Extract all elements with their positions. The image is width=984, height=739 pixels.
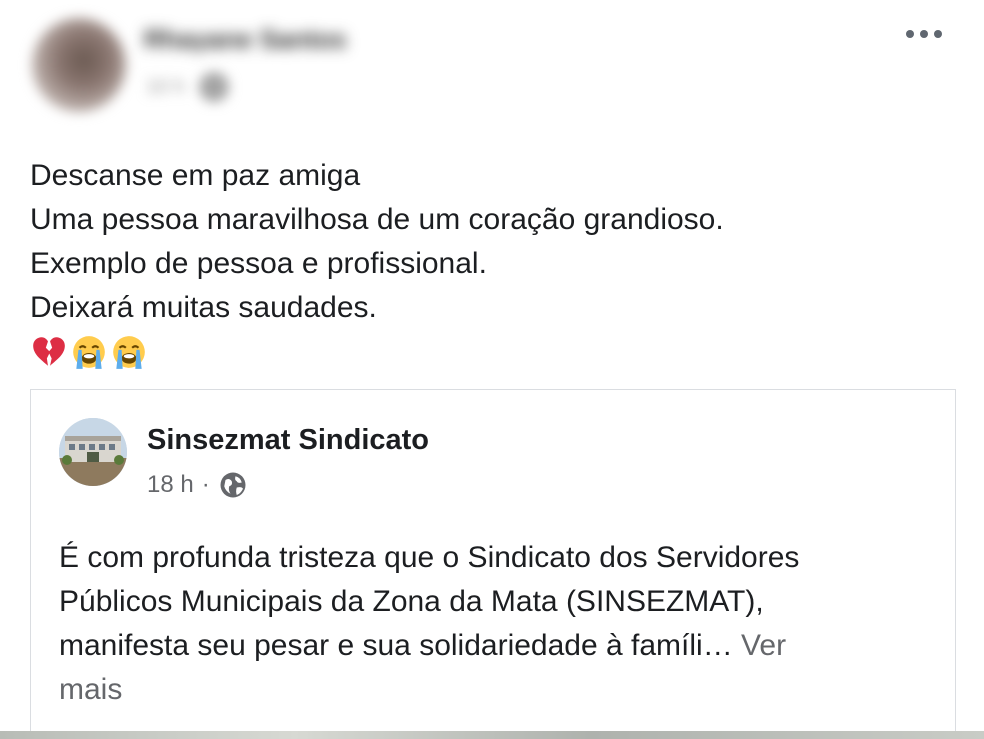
post-text-line: Deixará muitas saudades. [30, 291, 377, 324]
bottom-edge [0, 731, 984, 739]
shared-text-line: Públicos Municipais da Zona da Mata (SIN… [59, 585, 764, 618]
see-more-link-continued[interactable]: mais [59, 668, 939, 712]
more-options-icon[interactable] [906, 30, 942, 38]
page-name[interactable]: Sinsezmat Sindicato [147, 424, 429, 457]
globe-icon [220, 472, 246, 498]
broken-heart-icon [33, 337, 65, 366]
author-avatar[interactable] [32, 18, 126, 112]
post-body: Descanse em paz amiga Uma pessoa maravil… [30, 154, 724, 372]
meta-separator: · [201, 471, 210, 498]
loudly-crying-face-icon [73, 336, 105, 369]
post-meta: 10 h [146, 72, 229, 102]
privacy-globe-icon [198, 72, 229, 102]
shared-text-line: É com profunda tristeza que o Sindicato … [59, 541, 800, 574]
shared-text-line-content: manifesta seu pesar e sua solidariedade … [59, 629, 742, 662]
post-time[interactable]: 10 h [146, 76, 185, 99]
facebook-post: Rhayane Santos 10 h Descanse em paz amig… [0, 0, 984, 739]
shared-post-body: É com profunda tristeza que o Sindicato … [59, 536, 939, 712]
building-photo-icon [59, 418, 127, 486]
post-text-line: Descanse em paz amiga [30, 159, 361, 192]
shared-post-card[interactable]: Sinsezmat Sindicato 18 h · É com profund… [30, 389, 956, 739]
author-name[interactable]: Rhayane Santos [144, 24, 392, 52]
shared-post-time[interactable]: 18 h [147, 471, 194, 499]
emoji-row [30, 332, 724, 372]
shared-text-line: manifesta seu pesar e sua solidariedade … [59, 624, 939, 668]
see-more-link[interactable]: Ver [741, 629, 786, 662]
loudly-crying-face-icon [113, 336, 145, 369]
page-avatar[interactable] [59, 418, 127, 486]
post-text-line: Exemplo de pessoa e profissional. [30, 247, 487, 280]
shared-post-meta: 18 h · [147, 470, 248, 500]
post-text-line: Uma pessoa maravilhosa de um coração gra… [30, 203, 724, 236]
